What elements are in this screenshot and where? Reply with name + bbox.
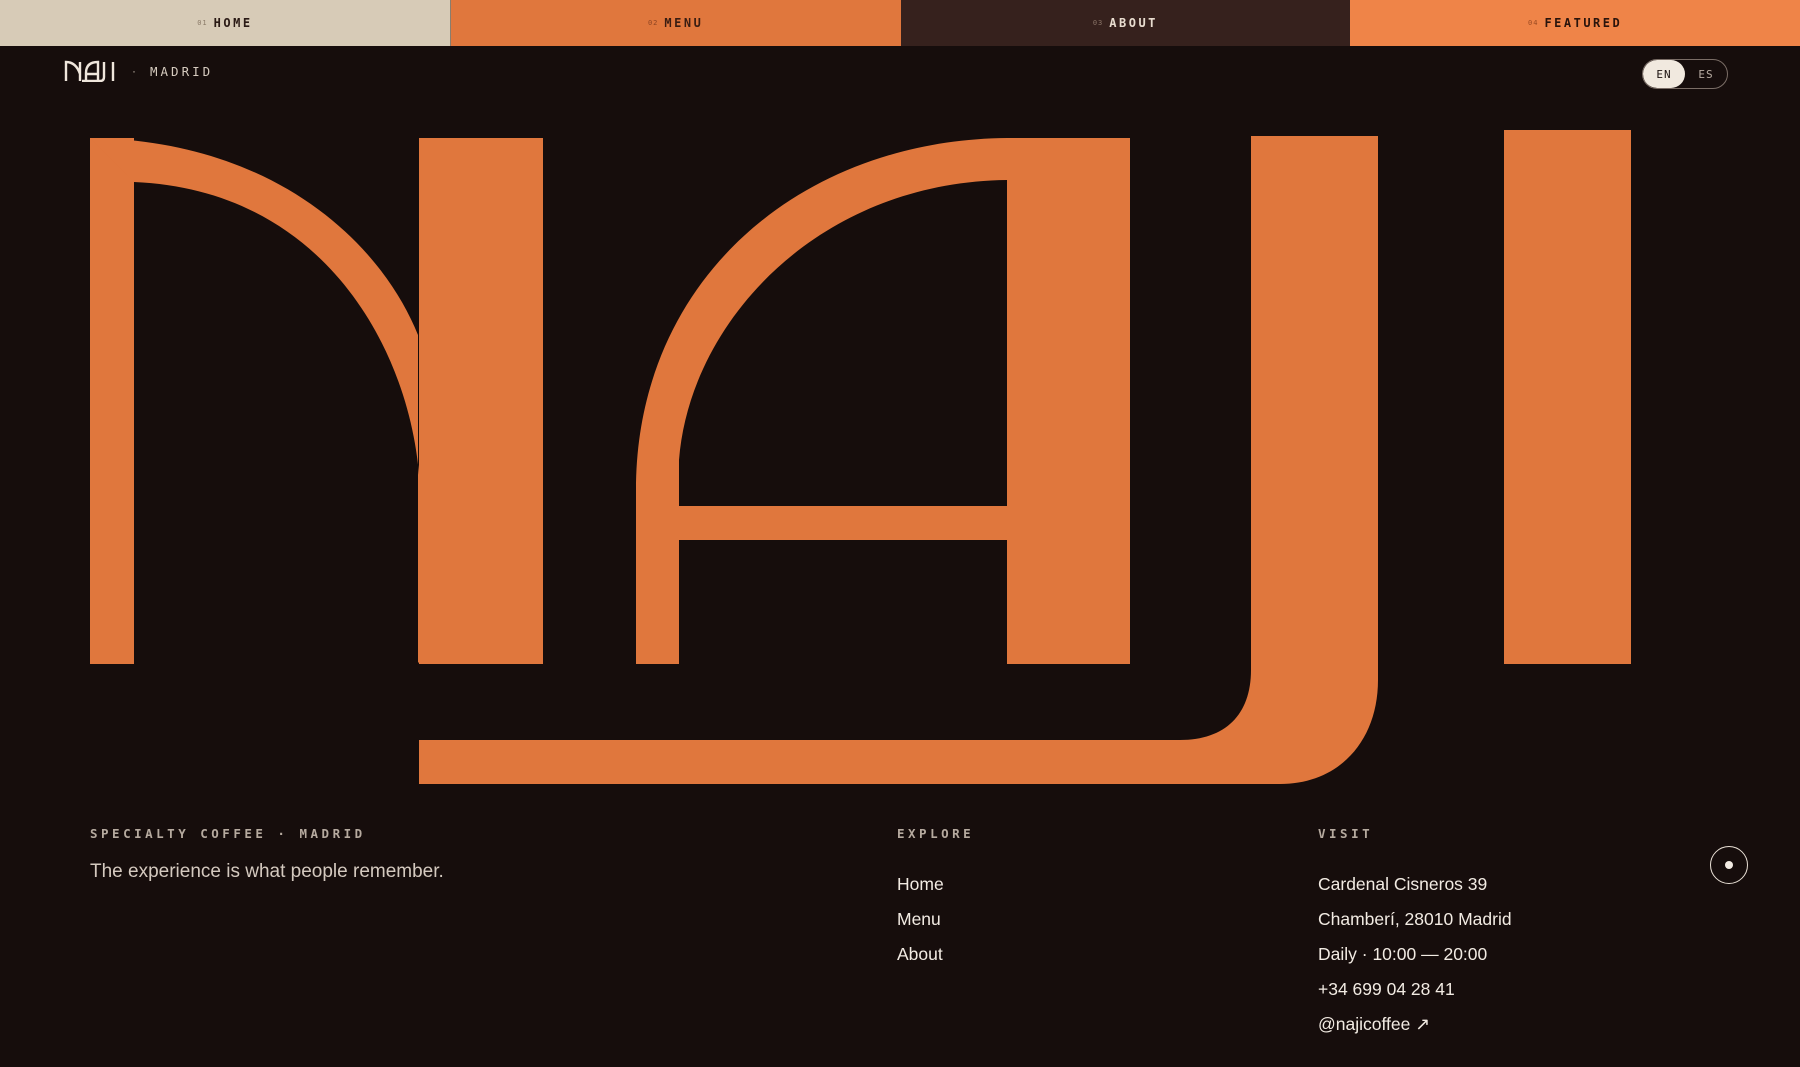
visit-address-street: Cardenal Cisneros 39 [1318,874,1488,894]
logo-letter-i [1504,130,1631,664]
logo-letter-a [636,138,1130,664]
visit-heading: VISIT [1318,826,1374,841]
logo-letter-n [90,138,543,664]
explore-link-about[interactable]: About [897,937,974,972]
explore-link-home[interactable]: Home [897,867,974,902]
naji-logo [90,130,1631,784]
explore-heading: EXPLORE [897,826,975,841]
footer-explore: EXPLORE Home Menu About [897,826,974,972]
logo-letter-j [419,136,1378,784]
instagram-link[interactable]: @najicoffee ↗ [1318,1007,1512,1042]
visit-address-city: Chamberí, 28010 Madrid [1318,909,1512,929]
visit-hours: Daily · 10:00 — 20:00 [1318,944,1488,964]
instagram-handle: @najicoffee [1318,1014,1411,1034]
explore-link-menu[interactable]: Menu [897,902,974,937]
intro-heading: SPECIALTY COFFEE · MADRID [90,826,366,841]
floating-action-button[interactable] [1710,846,1748,884]
record-dot-icon [1725,861,1733,869]
footer-intro: SPECIALTY COFFEE · MADRID The experience… [90,826,444,883]
intro-tagline: The experience is what people remember. [90,861,444,882]
footer-visit: VISIT Cardenal Cisneros 39 Chamberí, 280… [1318,826,1512,1042]
external-arrow-icon: ↗ [1415,1014,1430,1034]
visit-phone[interactable]: +34 699 04 28 41 [1318,972,1512,1007]
